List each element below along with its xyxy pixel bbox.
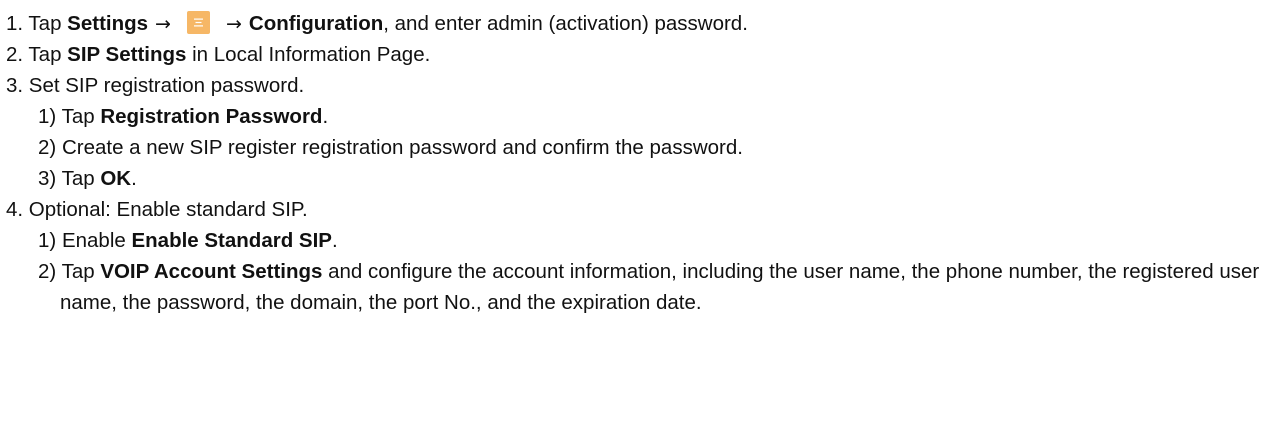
substep-text: Create a new SIP register registration p… [61,136,743,159]
substep-4-1: 1) Enable Enable Standard SIP. [6,225,1274,256]
arrow-icon: → [155,13,171,35]
step-3: 3. Set SIP registration password. [6,70,1274,101]
substep-text: . [331,229,338,252]
substep-number: 3) [38,167,62,190]
step-text: Tap [28,43,68,66]
substep-text: Tap [61,260,101,283]
step-text: in Local Information Page. [186,43,431,66]
substep-3-2: 2) Create a new SIP register registratio… [6,132,1274,163]
step-4: 4. Optional: Enable standard SIP. [6,194,1274,225]
ok-label: OK [100,167,132,190]
configuration-label: Configuration [248,12,384,35]
step-number: 1. [6,12,29,35]
substep-4-2: 2) Tap VOIP Account Settings and configu… [6,256,1274,318]
instruction-document: 1. Tap Settings → → Configuration, and ente… [6,0,1274,318]
substep-3-1: 1) Tap Registration Password. [6,101,1274,132]
substep-text: Tap [61,167,101,190]
step-2: 2. Tap SIP Settings in Local Information… [6,39,1274,70]
substep-text: . [322,105,329,128]
sip-settings-label: SIP Settings [67,43,187,66]
substep-text: Tap [61,105,101,128]
settings-menu-icon [186,11,210,34]
substep-4-2-body: 2) Tap VOIP Account Settings and configu… [38,256,1274,318]
enable-standard-sip-label: Enable Standard SIP [131,229,332,252]
substep-number: 2) [38,260,62,283]
step-1: 1. Tap Settings → → Configuration, and ente… [6,8,1274,39]
arrow-icon: → [225,13,242,35]
step-number: 4. [6,198,29,221]
voip-account-settings-label: VOIP Account Settings [100,260,323,283]
step-number: 2. [6,43,29,66]
substep-number: 1) [38,229,62,252]
step-text: , and enter admin (activation) password. [383,12,748,35]
settings-label: Settings [67,12,149,35]
substep-number: 2) [38,136,62,159]
substep-3-3: 3) Tap OK. [6,163,1274,194]
step-number: 3. [6,74,29,97]
step-text: Tap [28,12,68,35]
registration-password-label: Registration Password [100,105,323,128]
substep-text: . [131,167,137,190]
substep-number: 1) [38,105,62,128]
step-text: Optional: Enable standard SIP. [28,198,308,221]
substep-text: Enable [61,229,132,252]
step-text: Set SIP registration password. [28,74,305,97]
